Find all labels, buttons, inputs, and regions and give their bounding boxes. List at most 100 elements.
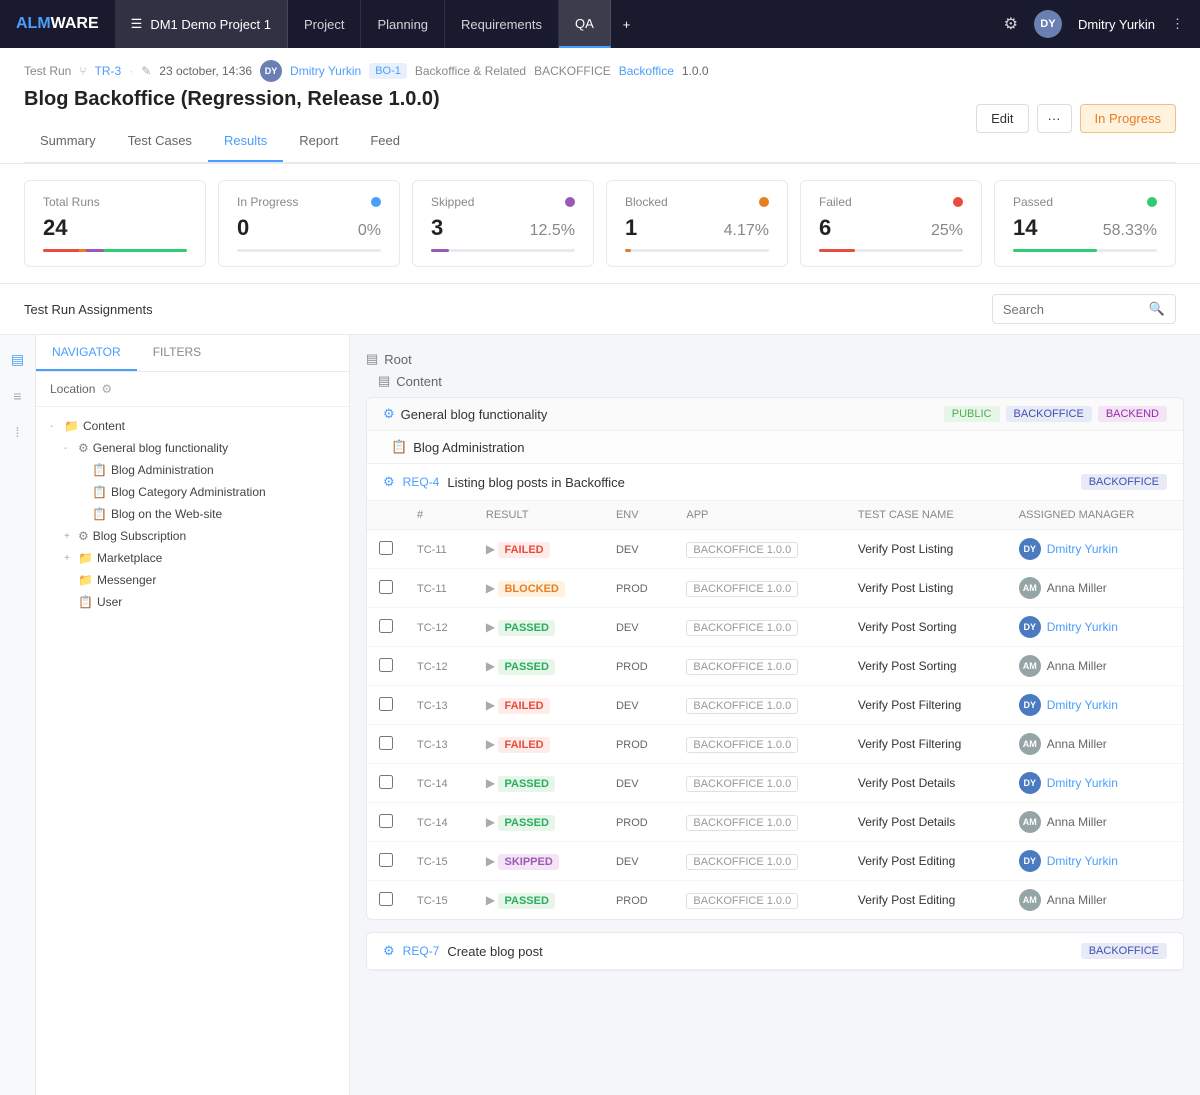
tab-results[interactable]: Results [208,121,283,162]
play-button[interactable]: ▶ [486,776,495,790]
run-backoffice-text: Backoffice & Related [415,64,526,78]
assignee-avatar: DY [1019,538,1041,560]
table-row: TC-15 ▶ SKIPPED DEV BACKOFFICE 1.0.0 Ver… [367,842,1183,881]
nav-item-planning[interactable]: Planning [361,0,445,48]
blog-admin-header: 📋 Blog Administration [367,431,1183,464]
play-button[interactable]: ▶ [486,854,495,868]
play-button[interactable]: ▶ [486,659,495,673]
play-button[interactable]: ▶ [486,620,495,634]
assignee-name[interactable]: Dmitry Yurkin [1047,542,1118,556]
run-link[interactable]: Backoffice [619,64,674,78]
blog-admin-label: Blog Administration [413,440,524,455]
tree-item-blog-web[interactable]: 📋 Blog on the Web-site [36,503,349,525]
sidebar: ▤ ≡ ⁞ NAVIGATOR FILTERS Location ⚙ - 📁 C… [0,335,350,1095]
status-button[interactable]: In Progress [1080,104,1176,133]
tree-item-blog-subscription[interactable]: + ⚙ Blog Subscription [36,525,349,547]
row-checkbox[interactable] [379,814,393,828]
content-area: ▤ ≡ ⁞ NAVIGATOR FILTERS Location ⚙ - 📁 C… [0,335,1200,1095]
env-badge: DEV [616,544,639,556]
filter-icon[interactable]: ▤ [7,347,28,372]
settings-icon[interactable]: ⚙ [1004,14,1018,34]
test-case-name: Verify Post Details [858,815,955,829]
play-button[interactable]: ▶ [486,815,495,829]
play-button[interactable]: ▶ [486,581,495,595]
row-checkbox[interactable] [379,736,393,750]
env-badge: PROD [616,739,648,751]
row-checkbox[interactable] [379,658,393,672]
tree-item-user[interactable]: 📋 User [36,591,349,613]
row-checkbox[interactable] [379,892,393,906]
stat-skipped-values: 3 12.5% [431,215,575,241]
tab-test-cases[interactable]: Test Cases [112,121,208,162]
sidebar-tab-filters[interactable]: FILTERS [137,335,217,371]
nav-project[interactable]: ☰ DM1 Demo Project 1 [115,0,288,48]
row-checkbox[interactable] [379,697,393,711]
nav-label-requirements: Requirements [461,17,542,32]
assignee-name[interactable]: Dmitry Yurkin [1047,698,1118,712]
tree-item-marketplace[interactable]: + 📁 Marketplace [36,547,349,569]
table-row: TC-12 ▶ PASSED DEV BACKOFFICE 1.0.0 Veri… [367,608,1183,647]
tree-toggle-marketplace: + [64,553,74,564]
play-button[interactable]: ▶ [486,737,495,751]
row-checkbox[interactable] [379,541,393,555]
more-button[interactable]: ··· [1037,104,1072,133]
tree-label-blog-category: Blog Category Administration [111,485,335,499]
row-checkbox[interactable] [379,580,393,594]
tab-feed[interactable]: Feed [354,121,416,162]
list-icon[interactable]: ≡ [9,384,25,408]
nav-add-button[interactable]: + [611,0,643,48]
stat-failed-label: Failed [819,195,963,209]
tree-item-messenger[interactable]: 📁 Messenger [36,569,349,591]
assignee-name[interactable]: Dmitry Yurkin [1047,776,1118,790]
tree-item-blog-category[interactable]: 📋 Blog Category Administration [36,481,349,503]
req7-tag: BACKOFFICE [1081,943,1167,959]
assignee-name[interactable]: Dmitry Yurkin [1047,854,1118,868]
tree-item-general-blog[interactable]: - ⚙ General blog functionality [36,437,349,459]
tree-item-blog-admin[interactable]: 📋 Blog Administration [36,459,349,481]
table-row: TC-11 ▶ BLOCKED PROD BACKOFFICE 1.0.0 Ve… [367,569,1183,608]
location-gear-icon[interactable]: ⚙ [101,382,112,396]
assignee-name[interactable]: Dmitry Yurkin [1047,620,1118,634]
play-button[interactable]: ▶ [486,698,495,712]
test-case-name: Verify Post Listing [858,542,953,556]
table-row: TC-15 ▶ PASSED PROD BACKOFFICE 1.0.0 Ver… [367,881,1183,920]
play-button[interactable]: ▶ [486,893,495,907]
assignee-name: Anna Miller [1047,581,1107,595]
tab-report[interactable]: Report [283,121,354,162]
env-badge: PROD [616,583,648,595]
test-case-name: Verify Post Filtering [858,698,961,712]
tag-public: PUBLIC [944,406,1000,422]
nav-more-icon[interactable]: ⋮ [1171,16,1184,32]
row-checkbox[interactable] [379,853,393,867]
play-button[interactable]: ▶ [486,542,495,556]
failed-bar [819,249,963,252]
tc-id: TC-12 [417,661,448,673]
blog-admin-icon: 📋 [391,439,407,455]
edit-button[interactable]: Edit [976,104,1028,133]
row-checkbox[interactable] [379,775,393,789]
run-assignee[interactable]: Dmitry Yurkin [290,64,361,78]
tree-item-content[interactable]: - 📁 Content [36,415,349,437]
assignments-title: Test Run Assignments [24,302,153,317]
blocked-bar [625,249,769,252]
stat-failed-values: 6 25% [819,215,963,241]
tree-toggle-general: - [64,443,74,454]
table-row: TC-13 ▶ FAILED DEV BACKOFFICE 1.0.0 Veri… [367,686,1183,725]
nav-item-qa[interactable]: QA [559,0,611,48]
nav-item-requirements[interactable]: Requirements [445,0,559,48]
sidebar-tab-navigator[interactable]: NAVIGATOR [36,335,137,371]
assignee-name: Anna Miller [1047,659,1107,673]
run-date: 23 october, 14:36 [159,64,252,78]
tab-summary[interactable]: Summary [24,121,112,162]
nav-label-project: Project [304,17,344,32]
assignee-cell: AM Anna Miller [1019,733,1171,755]
search-input[interactable] [1003,302,1143,317]
tc-id: TC-14 [417,817,448,829]
assignee-avatar: AM [1019,733,1041,755]
nav-item-project[interactable]: Project [288,0,361,48]
sidebar-tabs: NAVIGATOR FILTERS [36,335,349,372]
row-checkbox[interactable] [379,619,393,633]
stat-failed: Failed 6 25% [800,180,982,267]
bullet-icon[interactable]: ⁞ [12,420,24,444]
skipped-dot [565,197,575,207]
